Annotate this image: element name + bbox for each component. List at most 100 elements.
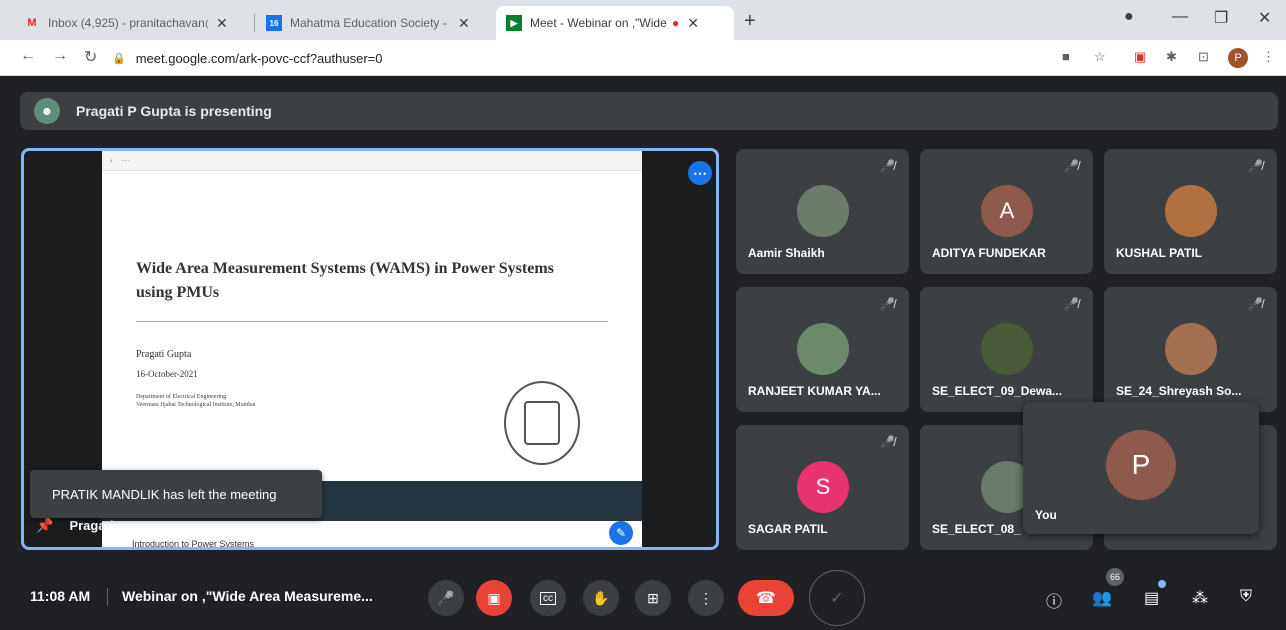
edit-icon[interactable]: ✎: [609, 521, 633, 545]
back-icon[interactable]: ←: [20, 47, 36, 65]
avatar: [981, 323, 1033, 375]
pin-icon[interactable]: 📌: [36, 517, 53, 534]
chat-icon[interactable]: ▤: [1144, 588, 1159, 608]
self-name: You: [1035, 508, 1057, 522]
presenter-name: Pragati P Gupta: [69, 518, 167, 533]
browser-toolbar: ← → ↻ 🔒 meet.google.com/ark-povc-ccf?aut…: [0, 40, 1286, 76]
participant-tile[interactable]: 🎤̸ KUSHAL PATIL: [1104, 149, 1277, 274]
hangup-icon: ☎: [756, 590, 776, 607]
presenter-avatar: ☻: [34, 98, 60, 124]
avatar: [1165, 185, 1217, 237]
camera-off-icon: ▣: [487, 589, 501, 606]
check-icon: ✓: [830, 590, 844, 607]
camera-off-button[interactable]: ▣: [476, 580, 512, 616]
minimize-icon[interactable]: —: [1172, 8, 1188, 26]
host-controls-icon[interactable]: ⛨: [1240, 588, 1252, 606]
slide-date: 16-October-2021: [136, 369, 198, 379]
info-icon[interactable]: ⓘ: [1046, 588, 1062, 612]
slide-next-text: Introduction to Power Systems: [102, 521, 642, 547]
meet-icon: ▶: [506, 15, 522, 31]
participant-name: RANJEET KUMAR YA...: [748, 384, 881, 398]
participant-tile[interactable]: 🎤̸ S SAGAR PATIL: [736, 425, 909, 550]
captions-icon: cc: [540, 591, 556, 605]
pdf-extension-icon[interactable]: ▣: [1134, 49, 1146, 65]
present-icon: ⊞: [647, 589, 659, 606]
mic-button[interactable]: 🎤: [428, 580, 464, 616]
raise-hand-button[interactable]: ✋: [583, 580, 619, 616]
close-icon[interactable]: ✕: [216, 15, 228, 32]
extension-icon[interactable]: ●: [1124, 8, 1134, 26]
participant-name: KUSHAL PATIL: [1116, 246, 1202, 260]
tab-strip: M Inbox (4,925) - pranitachavan@n ✕ 16 M…: [0, 0, 1286, 40]
star-icon[interactable]: ☆: [1094, 49, 1106, 65]
toast-text: PRATIK MANDLIK has left the meeting: [52, 486, 277, 502]
window-close-icon[interactable]: ✕: [1258, 8, 1271, 28]
people-icon[interactable]: 👥: [1092, 588, 1112, 608]
forward-icon[interactable]: →: [52, 47, 68, 65]
address-bar[interactable]: 🔒 meet.google.com/ark-povc-ccf?authuser=…: [112, 45, 1042, 71]
slide-department: Department of Electrical Engineering Vee…: [136, 393, 256, 409]
meeting-title: Webinar on ,"Wide Area Measureme...: [122, 588, 373, 604]
new-tab-icon[interactable]: +: [744, 10, 756, 33]
participant-name: SAGAR PATIL: [748, 522, 828, 536]
presenting-banner: ☻ Pragati P Gupta is presenting: [20, 92, 1278, 130]
presenting-text: Pragati P Gupta is presenting: [76, 103, 272, 119]
participant-tile[interactable]: 🎤̸ SE_24_Shreyash So...: [1104, 287, 1277, 412]
tab-meet[interactable]: ▶ Meet - Webinar on ,"Wide A ● ✕: [496, 6, 734, 40]
chat-notification-dot: [1158, 580, 1166, 588]
avatar: [797, 323, 849, 375]
tab-title: Meet - Webinar on ,"Wide A: [530, 16, 668, 30]
restore-icon[interactable]: ❐: [1214, 8, 1228, 28]
activity-indicator: ✓: [809, 570, 865, 626]
participant-tile[interactable]: 🎤̸ SE_ELECT_09_Dewa...: [920, 287, 1093, 412]
mic-off-icon: 🎤̸: [1064, 297, 1079, 311]
participant-name: SE_24_Shreyash So...: [1116, 384, 1242, 398]
lock-icon: 🔒: [112, 52, 126, 65]
more-vert-icon: ⋮: [699, 589, 713, 606]
participant-tile[interactable]: 🎤̸ A ADITYA FUNDEKAR: [920, 149, 1093, 274]
more-options-button[interactable]: ⋮: [688, 580, 724, 616]
slide-viewer-toolbar: ‹ ⋯: [102, 151, 642, 171]
recording-icon: ●: [672, 16, 680, 30]
mic-off-icon: 🎤̸: [880, 159, 895, 173]
leave-call-button[interactable]: ☎: [738, 580, 794, 616]
slide: ‹ ⋯ Wide Area Measurement Systems (WAMS)…: [102, 151, 642, 481]
reload-icon[interactable]: ↻: [84, 47, 97, 67]
participant-tile[interactable]: 🎤̸ Aamir Shaikh: [736, 149, 909, 274]
divider: [107, 588, 108, 606]
mic-off-icon: 🎤̸: [1248, 159, 1263, 173]
presenter-label: 📌 Pragati P Gupta: [36, 517, 167, 534]
avatar: [1165, 323, 1217, 375]
tab-separator: [254, 14, 255, 32]
captions-button[interactable]: cc: [530, 580, 566, 616]
activities-icon[interactable]: ⁂: [1192, 588, 1208, 608]
avatar: S: [797, 461, 849, 513]
mic-off-icon: 🎤̸: [880, 297, 895, 311]
tab-gmail[interactable]: M Inbox (4,925) - pranitachavan@n ✕: [14, 6, 238, 40]
extensions-icon[interactable]: ✱: [1166, 49, 1177, 65]
camera-icon[interactable]: ■: [1062, 49, 1070, 64]
profile-avatar[interactable]: P: [1228, 48, 1248, 68]
participant-count-badge: 66: [1106, 568, 1124, 586]
cast-icon[interactable]: ⊡: [1198, 49, 1209, 65]
self-view-tile[interactable]: P You: [1023, 402, 1259, 534]
slide-divider: [136, 321, 608, 322]
more-options-button[interactable]: ⋯: [688, 161, 712, 185]
tab-calendar[interactable]: 16 Mahatma Education Society - Cal ✕: [256, 6, 480, 40]
menu-icon[interactable]: ⋮: [1262, 49, 1275, 65]
mic-off-icon: 🎤̸: [880, 435, 895, 449]
url-text: meet.google.com/ark-povc-ccf?authuser=0: [135, 50, 383, 66]
self-avatar: P: [1106, 430, 1176, 500]
slide-dept-line2: Veermata Jijabai Technological Institute…: [136, 402, 256, 408]
close-icon[interactable]: ✕: [458, 15, 470, 32]
calendar-icon: 16: [266, 15, 282, 31]
slide-title: Wide Area Measurement Systems (WAMS) in …: [136, 260, 554, 301]
participant-tile[interactable]: 🎤̸ RANJEET KUMAR YA...: [736, 287, 909, 412]
close-icon[interactable]: ✕: [687, 15, 699, 32]
participant-name: SE_ELECT_08_: [932, 522, 1021, 536]
avatar: A: [981, 185, 1033, 237]
present-button[interactable]: ⊞: [635, 580, 671, 616]
participant-name: Aamir Shaikh: [748, 246, 825, 260]
tab-title: Inbox (4,925) - pranitachavan@n: [48, 16, 208, 30]
meet-window: ☻ Pragati P Gupta is presenting ‹ ⋯ Wide…: [0, 76, 1286, 630]
